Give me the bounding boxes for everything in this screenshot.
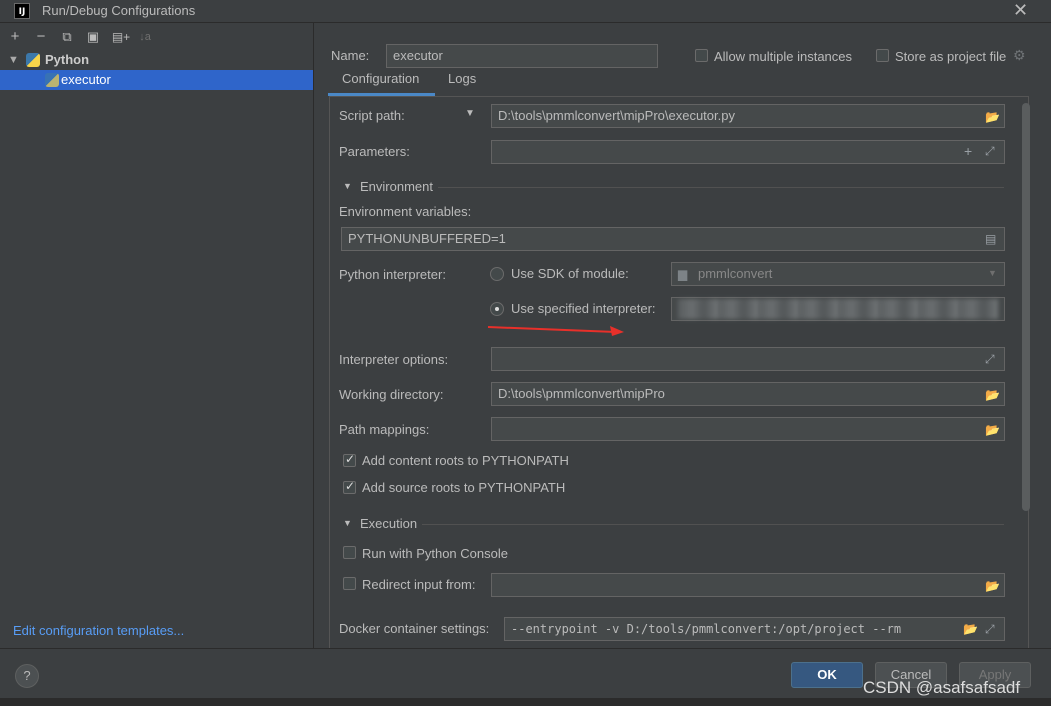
sdk-module-radio[interactable]: [490, 267, 504, 281]
docker-settings-input[interactable]: --entrypoint -v D:/tools/pmmlconvert:/op…: [504, 617, 1005, 641]
interpreter-options-label: Interpreter options:: [339, 352, 449, 367]
chevron-down-icon[interactable]: ▼: [343, 181, 352, 191]
interpreter-options-input[interactable]: [491, 347, 1005, 371]
execution-section-title: Execution: [360, 516, 418, 531]
configuration-tab-content: [329, 96, 1029, 648]
module-folder-icon: ▆: [678, 267, 688, 281]
copy-icon[interactable]: ⧉: [57, 27, 77, 47]
interpreter-label: Python interpreter:: [339, 267, 446, 282]
working-directory-label: Working directory:: [339, 387, 444, 402]
chevron-down-icon[interactable]: ▼: [988, 268, 997, 278]
new-folder-icon[interactable]: ▤+: [109, 27, 133, 47]
chevron-down-icon[interactable]: ▼: [343, 518, 352, 528]
sdk-module-select[interactable]: pmmlconvert: [671, 262, 1005, 286]
add-icon[interactable]: +: [5, 27, 25, 47]
remove-icon[interactable]: −: [31, 27, 51, 47]
edit-env-vars-icon[interactable]: ▤: [985, 232, 996, 246]
expand-icon[interactable]: ⤢: [985, 352, 995, 367]
folder-browse-icon[interactable]: 📂: [985, 423, 1000, 437]
tree-item-label: executor: [61, 72, 111, 87]
sort-icon[interactable]: ↓a: [135, 27, 155, 47]
title-bar: IJ Run/Debug Configurations ✕: [0, 0, 1051, 23]
source-roots-checkbox[interactable]: [343, 479, 356, 494]
content-roots-checkbox[interactable]: [343, 452, 356, 467]
python-console-label: Run with Python Console: [362, 546, 508, 561]
section-divider: [438, 187, 1004, 188]
env-vars-label: Environment variables:: [339, 204, 472, 219]
source-roots-label: Add source roots to PYTHONPATH: [362, 480, 566, 495]
chevron-down-icon[interactable]: ▼: [8, 50, 19, 70]
script-path-label: Script path:: [339, 108, 405, 123]
store-project-label: Store as project file: [895, 49, 1007, 64]
script-path-input[interactable]: D:\tools\pmmlconvert\mipPro\executor.py: [491, 104, 1005, 128]
python-console-checkbox[interactable]: [343, 546, 356, 559]
name-label: Name:: [331, 48, 370, 63]
configurations-sidebar: + − ⧉ ▣ ▤+ ↓a ▼ Python executor Edit con…: [0, 23, 314, 648]
tree-group-python[interactable]: ▼ Python: [0, 50, 313, 70]
content-roots-label: Add content roots to PYTHONPATH: [362, 453, 569, 468]
python-icon: [26, 53, 40, 67]
window-bottom-edge: [0, 698, 1051, 706]
specified-interpreter-option-label: Use specified interpreter:: [511, 301, 656, 316]
tree-group-label: Python: [45, 52, 90, 67]
edit-templates-link[interactable]: Edit configuration templates...: [13, 623, 184, 638]
ok-button[interactable]: OK: [791, 662, 863, 688]
expand-icon[interactable]: ⤢: [985, 144, 995, 159]
folder-browse-icon[interactable]: 📂: [985, 388, 1000, 402]
store-project-checkbox[interactable]: [876, 49, 889, 62]
window-title: Run/Debug Configurations: [42, 3, 196, 18]
folder-browse-icon[interactable]: 📂: [963, 622, 978, 636]
expand-icon[interactable]: ⤢: [985, 622, 995, 637]
close-icon[interactable]: ✕: [1013, 0, 1028, 21]
parameters-input[interactable]: [491, 140, 1005, 164]
tab-configuration[interactable]: Configuration: [342, 71, 419, 86]
allow-multiple-checkbox[interactable]: [695, 49, 708, 62]
add-parameter-icon[interactable]: +: [964, 143, 972, 159]
script-type-dropdown-icon[interactable]: ▼: [465, 108, 475, 119]
sdk-module-option-label: Use SDK of module:: [511, 266, 629, 281]
sidebar-toolbar: + − ⧉ ▣ ▤+ ↓a: [0, 27, 313, 49]
section-divider: [422, 524, 1004, 525]
red-arrow-annotation: [487, 326, 624, 336]
tab-selection-indicator: [328, 93, 435, 96]
path-mappings-label: Path mappings:: [339, 422, 430, 437]
folder-browse-icon[interactable]: 📂: [985, 110, 1000, 124]
environment-section-title: Environment: [360, 179, 433, 194]
blurred-interpreter-path: [678, 299, 998, 319]
env-vars-input[interactable]: PYTHONUNBUFFERED=1: [341, 227, 1005, 251]
gear-icon[interactable]: ⚙: [1013, 47, 1026, 64]
help-button[interactable]: ?: [15, 664, 39, 688]
name-input[interactable]: executor: [386, 44, 658, 68]
path-mappings-input[interactable]: [491, 417, 1005, 441]
intellij-app-icon: IJ: [14, 3, 30, 19]
redirect-input-field[interactable]: [491, 573, 1005, 597]
save-icon[interactable]: ▣: [83, 27, 103, 47]
parameters-label: Parameters:: [339, 144, 410, 159]
allow-multiple-label: Allow multiple instances: [714, 49, 853, 64]
vertical-scrollbar[interactable]: [1022, 103, 1030, 511]
tree-item-executor[interactable]: executor: [0, 70, 313, 90]
configuration-editor: Name: executor Allow multiple instances …: [314, 23, 1051, 648]
specified-interpreter-radio[interactable]: [490, 302, 504, 316]
tab-logs[interactable]: Logs: [448, 71, 476, 86]
docker-settings-label: Docker container settings:: [339, 621, 490, 636]
python-file-icon: [45, 73, 59, 87]
redirect-input-checkbox[interactable]: [343, 577, 356, 590]
watermark-text: CSDN @asafsafsadf: [863, 678, 1021, 697]
folder-browse-icon[interactable]: 📂: [985, 579, 1000, 593]
redirect-input-label: Redirect input from:: [362, 577, 476, 592]
working-directory-input[interactable]: D:\tools\pmmlconvert\mipPro: [491, 382, 1005, 406]
